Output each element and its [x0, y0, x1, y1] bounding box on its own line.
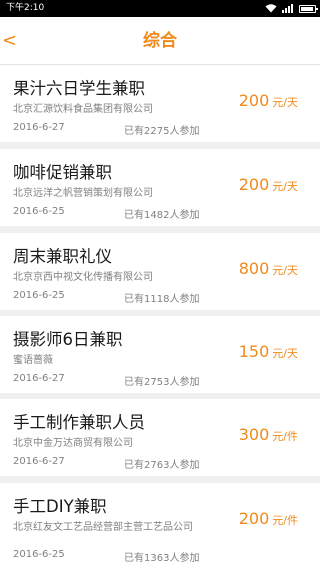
- job-title: 摄影师6日兼职: [13, 330, 123, 349]
- pay-unit: 元/天: [272, 347, 298, 360]
- battery-icon: [299, 4, 318, 13]
- job-card[interactable]: 手工DIY兼职 北京红友文工艺品经营部主营工艺品公司 2016-6-25 已有1…: [0, 483, 320, 568]
- page-title: 综合: [143, 31, 177, 51]
- pay-amount: 200: [238, 175, 270, 194]
- job-applicants: 已有1118人参加: [124, 294, 200, 305]
- status-bar: 下午2:10: [0, 0, 320, 17]
- job-card[interactable]: 果汁六日学生兼职 北京汇源饮料食品集团有限公司 2016-6-27 已有2275…: [0, 65, 320, 142]
- job-date: 2016-6-25: [13, 549, 65, 560]
- job-card[interactable]: 手工制作兼职人员 北京中金万达商贸有限公司 2016-6-27 已有2763人参…: [0, 399, 320, 476]
- job-card[interactable]: 咖啡促销兼职 北京远洋之帆营销策划有限公司 2016-6-25 已有1482人参…: [0, 149, 320, 226]
- job-date: 2016-6-25: [13, 206, 65, 217]
- wifi-icon: [265, 4, 277, 13]
- job-applicants: 已有2763人参加: [124, 460, 200, 471]
- pay-unit: 元/件: [272, 514, 298, 527]
- job-pay: 300 元/件: [239, 425, 298, 444]
- job-date: 2016-6-27: [13, 122, 65, 133]
- pay-amount: 200: [238, 509, 270, 528]
- job-company: 北京汇源饮料食品集团有限公司: [13, 104, 153, 115]
- job-applicants: 已有2275人参加: [124, 126, 200, 137]
- job-date: 2016-6-27: [13, 456, 65, 467]
- job-applicants: 已有1363人参加: [124, 553, 200, 564]
- job-company: 蜜语蔷薇: [13, 355, 53, 366]
- job-title: 手工DIY兼职: [13, 497, 107, 516]
- job-applicants: 已有2753人参加: [124, 377, 200, 388]
- job-title: 周末兼职礼仪: [13, 247, 112, 266]
- job-card[interactable]: 周末兼职礼仪 北京京西中视文化传播有限公司 2016-6-25 已有1118人参…: [0, 233, 320, 310]
- job-card[interactable]: 摄影师6日兼职 蜜语蔷薇 2016-6-27 已有2753人参加 150 元/天: [0, 316, 320, 393]
- job-company: 北京京西中视文化传播有限公司: [13, 272, 153, 283]
- job-pay: 200 元/天: [239, 175, 298, 194]
- job-title: 果汁六日学生兼职: [13, 79, 145, 98]
- title-bar: < 综合: [0, 17, 320, 65]
- pay-unit: 元/天: [272, 180, 298, 193]
- job-title: 手工制作兼职人员: [13, 413, 145, 432]
- job-pay: 200 元/天: [239, 91, 298, 110]
- job-company: 北京远洋之帆营销策划有限公司: [13, 188, 153, 199]
- pay-unit: 元/天: [272, 96, 298, 109]
- signal-icon: [282, 4, 293, 13]
- job-company: 北京中金万达商贸有限公司: [13, 438, 133, 449]
- status-time: 下午2:10: [6, 3, 45, 13]
- job-date: 2016-6-27: [13, 373, 65, 384]
- pay-amount: 800: [238, 259, 270, 278]
- job-applicants: 已有1482人参加: [124, 210, 200, 221]
- job-date: 2016-6-25: [13, 290, 65, 301]
- pay-amount: 300: [238, 425, 270, 444]
- job-pay: 800 元/天: [239, 259, 298, 278]
- job-company: 北京红友文工艺品经营部主营工艺品公司: [13, 522, 193, 533]
- pay-amount: 150: [238, 342, 270, 361]
- job-pay: 150 元/天: [239, 342, 298, 361]
- job-title: 咖啡促销兼职: [13, 163, 112, 182]
- status-icons: [265, 0, 318, 17]
- job-pay: 200 元/件: [239, 509, 298, 528]
- pay-amount: 200: [238, 91, 270, 110]
- pay-unit: 元/件: [272, 430, 298, 443]
- pay-unit: 元/天: [272, 264, 298, 277]
